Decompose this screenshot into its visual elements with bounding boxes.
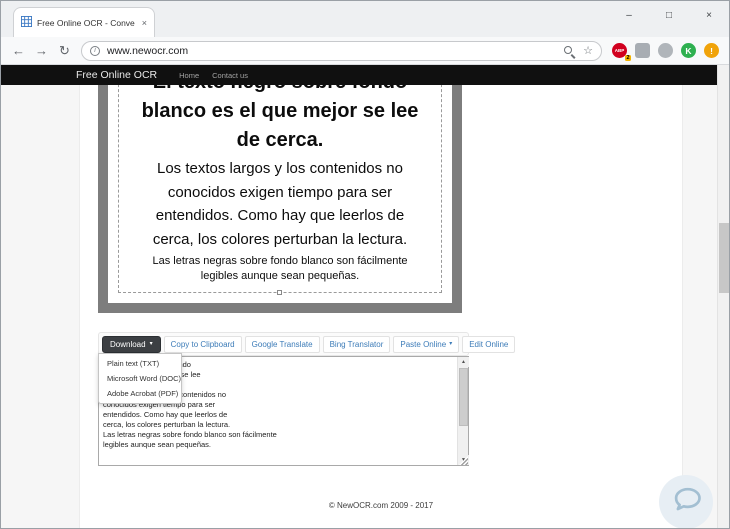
google-translate-button[interactable]: Google Translate <box>244 335 320 353</box>
download-menu-item-pdf[interactable]: Adobe Acrobat (PDF) <box>99 386 181 401</box>
chat-widget-button[interactable] <box>659 475 713 528</box>
edit-online-label: Edit Online <box>469 339 509 349</box>
address-bar[interactable]: i www.newocr.com ☆ <box>81 40 602 61</box>
browser-menu-alert-icon[interactable]: ! <box>704 43 719 58</box>
ocr-image-smalltext: Las letras negras sobre fondo blanco son… <box>152 255 408 282</box>
back-button[interactable]: ← <box>7 39 30 62</box>
ocr-selection-region: El texto negro sobre fondo blanco es el … <box>118 85 442 295</box>
adblock-badge: 2 <box>624 54 631 61</box>
extension-icon[interactable] <box>658 43 673 58</box>
download-menu-item-doc[interactable]: Microsoft Word (DOC) <box>99 371 181 386</box>
download-button[interactable]: Download ▾ <box>102 335 161 353</box>
paste-online-button[interactable]: Paste Online ▾ <box>393 335 460 353</box>
paste-online-label: Paste Online <box>400 339 447 349</box>
refresh-button[interactable]: ↻ <box>53 39 76 62</box>
textarea-scrollbar-thumb[interactable] <box>459 368 468 426</box>
page-info-icon[interactable]: i <box>90 45 100 56</box>
caret-down-icon: ▾ <box>449 341 453 347</box>
copy-label: Copy to Clipboard <box>170 339 235 349</box>
selection-handle[interactable] <box>277 290 282 295</box>
ocr-image-heading: El texto negro sobre fondo blanco es el … <box>141 85 419 151</box>
browser-tab[interactable]: Free Online OCR - Conve × <box>13 7 155 37</box>
window-controls: – □ × <box>609 1 729 29</box>
page-viewport: El texto negro sobre fondo blanco es el … <box>1 85 719 528</box>
edit-online-button[interactable]: Edit Online <box>462 335 516 353</box>
scroll-up-icon[interactable]: ▲ <box>458 357 469 367</box>
site-footer: © NewOCR.com 2009 - 2017 <box>328 501 434 510</box>
tab-favicon-icon <box>21 14 32 32</box>
caret-down-icon: ▾ <box>149 341 153 347</box>
maximize-button[interactable]: □ <box>649 1 689 29</box>
extension-icon[interactable] <box>635 43 650 58</box>
ocr-image-body: Los textos largos y los contenidos no co… <box>152 160 408 248</box>
download-menu-item-txt[interactable]: Plain text (TXT) <box>99 356 181 371</box>
tab-close-icon[interactable]: × <box>142 18 147 28</box>
search-icon[interactable] <box>563 45 575 57</box>
nav-link-home[interactable]: Home <box>179 71 199 80</box>
browser-window: Free Online OCR - Conve × – □ × ← → ↻ i … <box>0 0 730 529</box>
browser-navbar: ← → ↻ i www.newocr.com ☆ ABP 2 K ! <box>1 37 729 65</box>
adblock-extension-icon[interactable]: ABP 2 <box>612 43 631 61</box>
content-card: El texto negro sobre fondo blanco es el … <box>79 85 683 528</box>
bing-translator-label: Bing Translator <box>329 339 384 349</box>
forward-button[interactable]: → <box>30 39 53 62</box>
bookmark-star-icon[interactable]: ☆ <box>583 44 593 57</box>
speech-bubble-icon <box>668 482 704 523</box>
page-scrollbar <box>717 65 729 528</box>
page-scrollbar-thumb[interactable] <box>719 223 729 293</box>
adblock-label: ABP <box>614 48 625 53</box>
download-dropdown-menu: Plain text (TXT) Microsoft Word (DOC) Ad… <box>98 353 182 404</box>
tab-title: Free Online OCR - Conve <box>37 17 135 28</box>
url-text: www.newocr.com <box>107 44 189 57</box>
kaspersky-extension-icon[interactable]: K <box>681 43 696 58</box>
textarea-scrollbar: ▲ ▼ <box>457 357 469 465</box>
site-header: Free Online OCR Home Contact us <box>1 65 719 85</box>
close-button[interactable]: × <box>689 1 729 29</box>
minimize-button[interactable]: – <box>609 1 649 29</box>
extensions-row: ABP 2 K ! <box>612 43 719 61</box>
ocr-source-image: El texto negro sobre fondo blanco es el … <box>98 85 462 313</box>
bing-translator-button[interactable]: Bing Translator <box>322 335 391 353</box>
browser-titlebar: Free Online OCR - Conve × – □ × <box>1 1 729 37</box>
copy-to-clipboard-button[interactable]: Copy to Clipboard <box>163 335 242 353</box>
nav-link-contact[interactable]: Contact us <box>212 71 248 80</box>
download-label: Download <box>110 339 146 349</box>
google-translate-label: Google Translate <box>251 339 313 349</box>
site-logo[interactable]: Free Online OCR <box>76 69 157 81</box>
